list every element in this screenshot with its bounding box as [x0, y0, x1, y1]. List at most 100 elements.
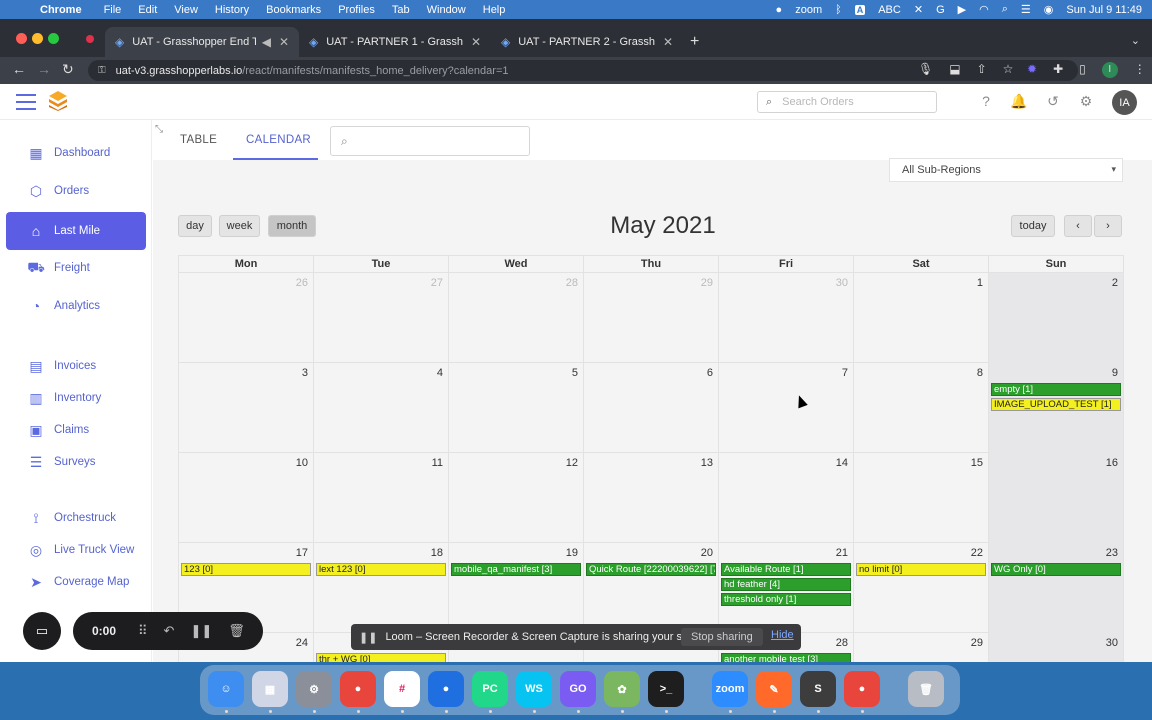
hamburger-menu-icon[interactable]: [16, 94, 36, 115]
menu-bookmarks[interactable]: Bookmarks: [266, 4, 321, 16]
day-number[interactable]: 12: [566, 457, 578, 469]
window-minimize-button[interactable]: [32, 33, 43, 44]
site-info-icon[interactable]: ⚿: [98, 65, 106, 76]
day-number[interactable]: 11: [432, 457, 443, 469]
sidebar-item-analytics[interactable]: ◔ Analytics: [6, 288, 146, 324]
day-number[interactable]: 14: [836, 457, 848, 469]
menu-tab[interactable]: Tab: [392, 4, 410, 16]
user-avatar[interactable]: IA: [1112, 90, 1137, 115]
sidebar-item-live-truck-view[interactable]: ◎ Live Truck View: [6, 532, 146, 568]
view-month-button[interactable]: month: [268, 215, 316, 237]
view-day-button[interactable]: day: [178, 215, 212, 237]
day-number[interactable]: 17: [296, 547, 308, 559]
day-number[interactable]: 8: [977, 367, 983, 379]
day-number[interactable]: 26: [296, 277, 308, 289]
calendar-event[interactable]: lext 123 [0]: [316, 563, 446, 576]
tab-close-icon[interactable]: ✕: [279, 35, 289, 49]
calendar-day-cell[interactable]: 22 no limit [0]: [854, 543, 989, 633]
help-icon[interactable]: ?: [977, 93, 995, 111]
menu-file[interactable]: File: [104, 4, 122, 16]
day-number[interactable]: 20: [701, 547, 713, 559]
pycharm-icon[interactable]: PC: [472, 671, 508, 707]
today-button[interactable]: today: [1011, 215, 1055, 237]
calendar-day-cell[interactable]: 23 WG Only [0]: [989, 543, 1124, 633]
tab-table[interactable]: TABLE: [180, 134, 217, 146]
tab-close-icon[interactable]: ✕: [471, 35, 481, 49]
tab-search-chevron-icon[interactable]: ⌄: [1131, 34, 1140, 47]
calendar-day-cell[interactable]: 28: [449, 273, 584, 363]
new-tab-icon[interactable]: +: [690, 33, 699, 51]
back-arrow-icon[interactable]: ←: [12, 61, 26, 77]
install-app-icon[interactable]: ⬓: [949, 62, 960, 76]
subregion-select[interactable]: All Sub-Regions ▾: [889, 158, 1123, 182]
calendar-day-cell[interactable]: 21 Available Route [1] hd feather [4] thres…: [719, 543, 854, 633]
calendar-day-cell[interactable]: 12: [449, 453, 584, 543]
day-number[interactable]: 19: [566, 547, 578, 559]
day-number[interactable]: 9: [1112, 367, 1118, 379]
chrome-icon[interactable]: ●: [340, 671, 376, 707]
calendar-day-cell[interactable]: 27: [314, 273, 449, 363]
loom-camera-button[interactable]: ▭: [23, 612, 61, 650]
side-panel-icon[interactable]: ▯: [1079, 62, 1086, 78]
day-number[interactable]: 1: [977, 277, 983, 289]
day-number[interactable]: 16: [1106, 457, 1118, 469]
menu-view[interactable]: View: [174, 4, 198, 16]
share-icon[interactable]: ⇧: [977, 62, 987, 76]
finder-icon[interactable]: ☺: [208, 671, 244, 707]
calendar-day-cell[interactable]: 14: [719, 453, 854, 543]
calendar-day-cell[interactable]: 16: [989, 453, 1124, 543]
maps-pin-icon[interactable]: ●: [428, 671, 464, 707]
calendar-day-cell[interactable]: 6: [584, 363, 719, 453]
day-number[interactable]: 21: [836, 547, 848, 559]
day-number[interactable]: 27: [431, 277, 443, 289]
view-week-button[interactable]: week: [219, 215, 260, 237]
calendar-day-cell[interactable]: 5: [449, 363, 584, 453]
calendar-day-cell[interactable]: 29: [854, 633, 989, 662]
day-number[interactable]: 22: [971, 547, 983, 559]
input-source-label[interactable]: ABC: [878, 4, 901, 16]
search-orders-input[interactable]: ⌕ Search Orders: [757, 91, 937, 113]
day-number[interactable]: 15: [971, 457, 983, 469]
extensions-puzzle-icon[interactable]: ✚: [1053, 62, 1063, 78]
day-number[interactable]: 24: [296, 637, 308, 649]
day-number[interactable]: 10: [296, 457, 308, 469]
calendar-event[interactable]: another mobile test [3]: [721, 653, 851, 662]
expand-icon[interactable]: ⤡: [155, 124, 163, 135]
reload-icon[interactable]: ↻: [62, 61, 74, 78]
stop-sharing-button[interactable]: Stop sharing: [681, 628, 763, 646]
calendar-event[interactable]: thr + WG [0]: [316, 653, 446, 662]
system-settings-icon[interactable]: ⚙: [296, 671, 332, 707]
calendar-event[interactable]: mobile_qa_manifest [3]: [451, 563, 581, 576]
spotlight-search-icon[interactable]: ⌕: [1002, 3, 1008, 16]
day-number[interactable]: 7: [842, 367, 848, 379]
calendar-day-cell[interactable]: 30: [719, 273, 854, 363]
day-number[interactable]: 13: [701, 457, 713, 469]
slack-icon[interactable]: #: [384, 671, 420, 707]
calendar-event[interactable]: 123 [0]: [181, 563, 311, 576]
next-month-button[interactable]: ›: [1094, 215, 1122, 237]
siri-icon[interactable]: ◉: [1044, 3, 1054, 16]
sidebar-item-surveys[interactable]: ☰ Surveys: [6, 444, 146, 480]
day-number[interactable]: 28: [836, 637, 848, 649]
menubar-clock[interactable]: Sun Jul 9 11:49: [1066, 4, 1142, 16]
day-number[interactable]: 18: [431, 547, 443, 559]
wifi-icon[interactable]: ◠: [979, 3, 989, 16]
calendar-event[interactable]: empty [1]: [991, 383, 1121, 396]
calendar-day-cell[interactable]: 26: [179, 273, 314, 363]
browser-menu-icon[interactable]: ⋮: [1134, 62, 1146, 78]
window-zoom-button[interactable]: [48, 33, 59, 44]
webstorm-icon[interactable]: WS: [516, 671, 552, 707]
sidebar-item-inventory[interactable]: ▥ Inventory: [6, 380, 146, 416]
loom-drag-handle-icon[interactable]: ⠿: [138, 623, 148, 639]
day-number[interactable]: 4: [437, 367, 443, 379]
menu-window[interactable]: Window: [427, 4, 466, 16]
calendar-day-cell[interactable]: 9 empty [1] IMAGE_UPLOAD_TEST [1]: [989, 363, 1124, 453]
calendar-day-cell[interactable]: 7: [719, 363, 854, 453]
tab-close-icon[interactable]: ✕: [663, 35, 673, 49]
loom-pause-icon[interactable]: ❚❚: [190, 623, 212, 639]
browser-tab-active[interactable]: ◈ UAT - Grasshopper End To ◀ ✕: [105, 27, 299, 57]
sidebar-item-invoices[interactable]: ▤ Invoices: [6, 348, 146, 384]
day-number[interactable]: 5: [572, 367, 578, 379]
sidebar-item-orders[interactable]: ⬡ Orders: [6, 173, 146, 209]
calendar-day-cell[interactable]: 8: [854, 363, 989, 453]
